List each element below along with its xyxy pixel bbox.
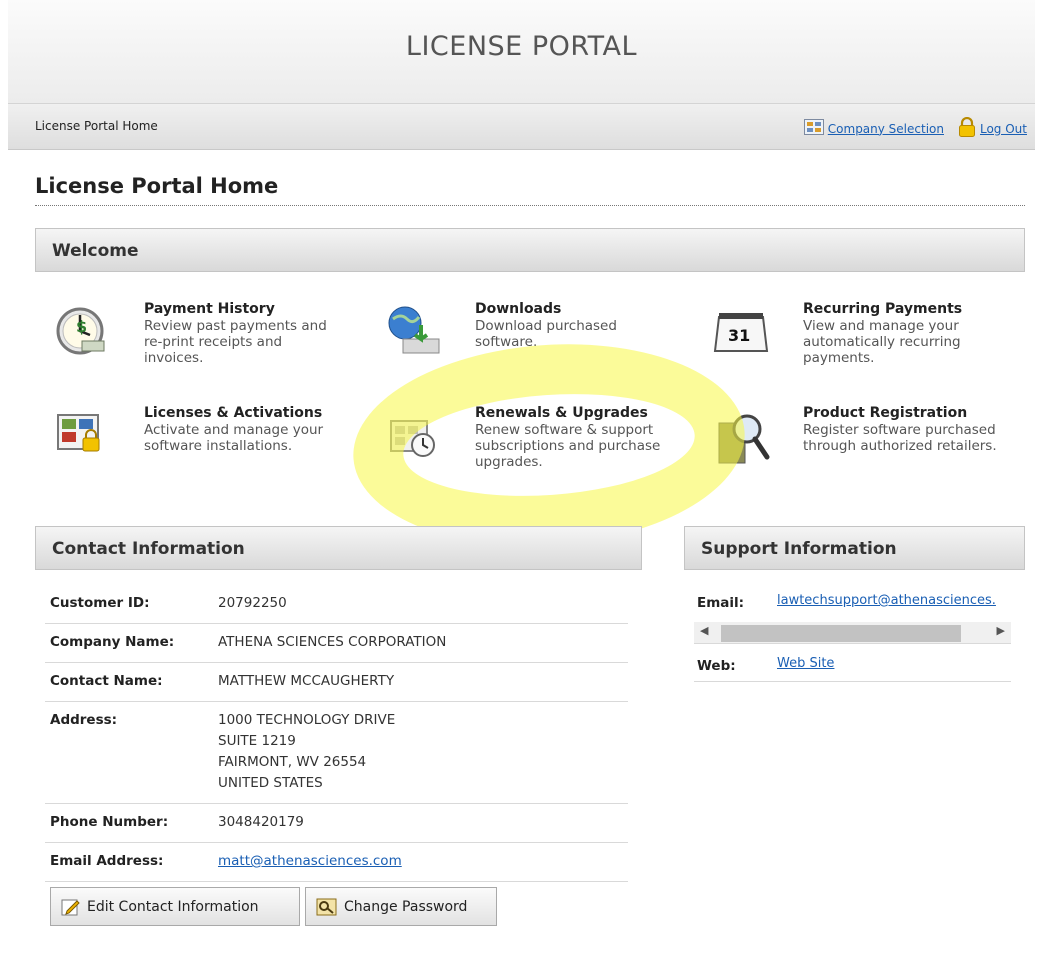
customer-id-value: 20792250 (213, 585, 628, 624)
company-name-label: Company Name: (45, 623, 213, 663)
nav-bar: License Portal Home Company Selection Lo… (8, 104, 1035, 150)
key-icon (316, 897, 338, 917)
contact-name-label: Contact Name: (45, 662, 213, 702)
email-address-label: Email Address: (45, 842, 213, 882)
licenses-icon (52, 405, 112, 465)
edit-pencil-icon (61, 897, 81, 917)
portal-title: LICENSE PORTAL (405, 31, 638, 62)
scrollbar-thumb[interactable] (721, 625, 961, 642)
contact-section-header: Contact Information (35, 526, 642, 570)
tile-title: Renewals & Upgrades (475, 405, 648, 421)
scroll-left-arrow-icon[interactable]: ◀ (700, 624, 708, 637)
payment-history-icon: $ (52, 301, 112, 361)
support-info: Email: lawtechsupport@athenasciences. (694, 585, 1011, 619)
customer-id-label: Customer ID: (45, 585, 213, 624)
address-line: UNITED STATES (218, 775, 323, 791)
table-row: Address: 1000 TECHNOLOGY DRIVE SUITE 121… (45, 701, 628, 804)
tile-product-registration[interactable]: Product Registration Register software p… (711, 405, 997, 495)
calendar-day: 31 (728, 326, 750, 345)
title-divider (35, 205, 1025, 206)
support-section-header: Support Information (684, 526, 1025, 570)
support-email-label: Email: (697, 595, 745, 611)
tile-title: Payment History (144, 301, 275, 317)
support-heading: Support Information (701, 539, 897, 559)
edit-contact-button[interactable]: Edit Contact Information (50, 887, 300, 926)
horizontal-scrollbar[interactable]: ◀ ▶ (694, 622, 1011, 644)
change-password-label: Change Password (344, 898, 468, 915)
support-email-link[interactable]: lawtechsupport@athenasciences. (777, 593, 1011, 608)
renewals-icon (383, 405, 443, 465)
table-row: Company Name: ATHENA SCIENCES CORPORATIO… (45, 623, 628, 663)
address-line: SUITE 1219 (218, 733, 296, 749)
address-line: FAIRMONT, WV 26554 (218, 754, 367, 770)
tile-title: Recurring Payments (803, 301, 963, 317)
address-line: 1000 TECHNOLOGY DRIVE (218, 712, 396, 728)
table-row: Customer ID: 20792250 (45, 585, 628, 624)
tile-licenses-activations[interactable]: Licenses & Activations Activate and mana… (52, 405, 323, 495)
tile-downloads[interactable]: Downloads Download purchased software. (383, 301, 653, 391)
welcome-section-header: Welcome (35, 228, 1025, 272)
tile-renewals-upgrades[interactable]: Renewals & Upgrades Renew software & sup… (383, 405, 660, 495)
magnifier-icon (711, 405, 771, 465)
table-row: Contact Name: MATTHEW MCCAUGHERTY (45, 662, 628, 702)
portal-header: LICENSE PORTAL (8, 0, 1035, 104)
phone-number-label: Phone Number: (45, 803, 213, 843)
tile-description: Renew software & support subscriptions a… (475, 422, 661, 470)
company-name-value: ATHENA SCIENCES CORPORATION (213, 623, 628, 663)
tile-description: Review past payments and re-print receip… (144, 318, 327, 366)
scroll-right-arrow-icon[interactable]: ▶ (997, 624, 1005, 637)
edit-contact-label: Edit Contact Information (87, 898, 259, 915)
company-selection-link[interactable]: Company Selection (828, 122, 944, 136)
tile-recurring-payments[interactable]: 31 Recurring Payments View and manage yo… (711, 301, 981, 391)
support-web: Web: Web Site (694, 648, 1011, 682)
support-web-row: Web: Web Site (694, 648, 1011, 682)
contact-table: Customer ID: 20792250 Company Name: ATHE… (45, 585, 628, 882)
table-row: Email Address: matt@athenasciences.com (45, 842, 628, 882)
email-address-value: matt@athenasciences.com (213, 842, 628, 882)
tile-description: View and manage your automatically recur… (803, 318, 961, 366)
support-web-label: Web: (697, 658, 736, 674)
tile-title: Licenses & Activations (144, 405, 323, 421)
tile-title: Product Registration (803, 405, 968, 421)
page-title: License Portal Home (35, 174, 279, 198)
support-web-link[interactable]: Web Site (777, 656, 1011, 671)
tile-title: Downloads (475, 301, 562, 317)
lock-icon (958, 116, 976, 140)
address-label: Address: (45, 701, 213, 804)
support-email-row: Email: lawtechsupport@athenasciences. (694, 585, 1011, 619)
table-row: Phone Number: 3048420179 (45, 803, 628, 843)
change-password-button[interactable]: Change Password (305, 887, 497, 926)
nav-actions: Company Selection Log Out (803, 116, 1027, 140)
svg-text:$: $ (76, 317, 87, 336)
calendar-icon: 31 (711, 301, 771, 361)
page-frame: LICENSE PORTAL License Portal Home Compa… (8, 0, 1035, 967)
welcome-heading: Welcome (52, 241, 139, 261)
contact-name-value: MATTHEW MCCAUGHERTY (213, 662, 628, 702)
phone-number-value: 3048420179 (213, 803, 628, 843)
address-value: 1000 TECHNOLOGY DRIVE SUITE 1219 FAIRMON… (213, 701, 628, 804)
tile-description: Activate and manage your software instal… (144, 422, 324, 454)
tile-payment-history[interactable]: $ Payment History Review past payments a… (52, 301, 327, 391)
company-grid-icon (803, 119, 824, 138)
email-address-link[interactable]: matt@athenasciences.com (218, 853, 402, 869)
downloads-icon (383, 301, 443, 361)
tile-description: Download purchased software. (475, 318, 617, 350)
log-out-link[interactable]: Log Out (980, 122, 1027, 136)
contact-heading: Contact Information (52, 539, 245, 559)
breadcrumb: License Portal Home (35, 119, 158, 133)
tile-description: Register software purchased through auth… (803, 422, 997, 454)
